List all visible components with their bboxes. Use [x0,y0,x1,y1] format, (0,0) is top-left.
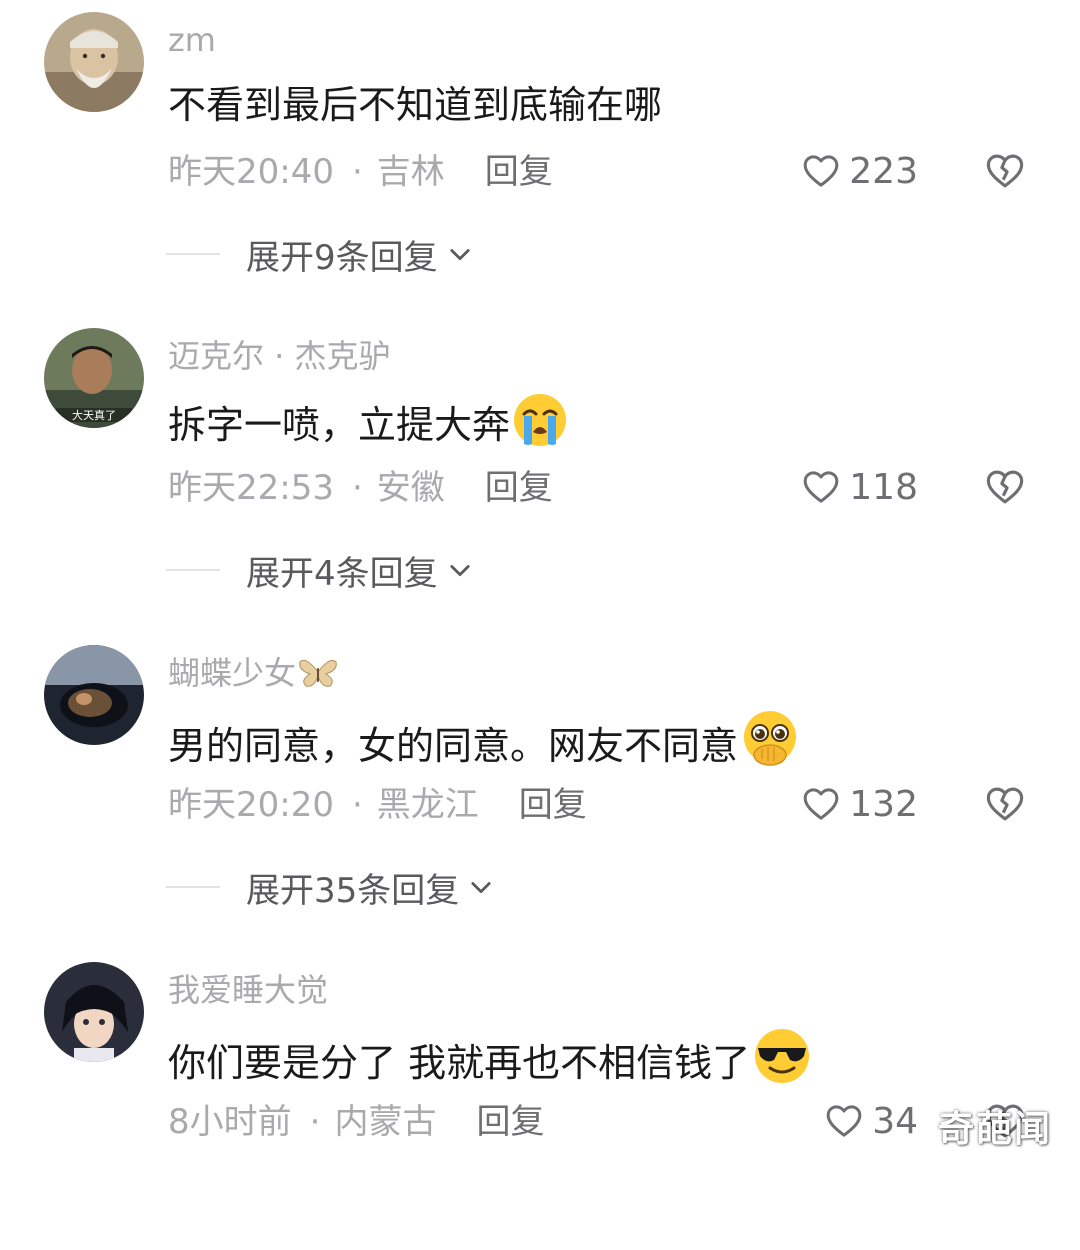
location: 黑龙江 [376,785,479,825]
chevron-down-icon [471,882,491,894]
expand-replies-button[interactable]: 展开9条回复 [166,230,474,278]
separator: · [351,785,363,825]
like-count: 34 [872,1100,918,1142]
location: 安徽 [376,468,445,508]
separator: · [351,468,363,508]
pleading-face-hands-icon [740,709,800,785]
comment-text-body: 拆字一喷，立提大奔 [168,403,511,447]
comment-meta: 昨天20:40 · 吉林 回复 [168,148,553,196]
divider-line [166,253,220,255]
comment-text: 男的同意，女的同意。网友不同意 [168,709,800,785]
comment-text: 你们要是分了 我就再也不相信钱了 [168,1026,812,1102]
comment-meta: 8小时前 · 内蒙古 回复 [168,1098,544,1146]
dislike-button[interactable] [984,466,1026,508]
like-button[interactable]: 118 [801,462,918,512]
broken-heart-icon [986,787,1024,821]
broken-heart-icon [986,154,1024,188]
heart-icon [803,155,839,187]
comment-item: zm 不看到最后不知道到底输在哪 昨天20:40 · 吉林 回复 223 展开9条回复 [0,0,1080,300]
username[interactable]: 迈克尔 · 杰克驴 [168,334,391,378]
expand-replies-label: 展开35条回复 [246,870,460,911]
comment-text: 拆字一喷，立提大奔 [168,392,568,464]
separator: · [351,152,363,192]
location: 内蒙古 [334,1102,437,1142]
comment-item: 蝴蝶少女 男的同意，女的同意。网友不同意 昨天20:20 · 黑龙江 回复 132 展… [0,633,1080,933]
butterfly-icon [298,656,338,701]
heart-icon [803,788,839,820]
like-button[interactable]: 34 [824,1096,918,1146]
timestamp: 昨天20:20 [168,785,334,825]
heart-icon [826,1105,862,1137]
expand-replies-button[interactable]: 展开35条回复 [166,863,495,911]
expand-replies-label: 展开4条回复 [246,553,438,594]
comment-meta: 昨天20:20 · 黑龙江 回复 [168,781,587,829]
timestamp: 昨天20:40 [168,152,334,192]
location: 吉林 [376,152,445,192]
comment-text-body: 你们要是分了 我就再也不相信钱了 [168,1041,751,1085]
avatar[interactable] [44,12,144,112]
username[interactable]: 蝴蝶少女 [168,651,338,701]
username[interactable]: 我爱睡大觉 [168,968,328,1012]
expand-replies-button[interactable]: 展开4条回复 [166,546,474,594]
comment-text-body: 男的同意，女的同意。网友不同意 [168,724,739,768]
heart-icon [803,471,839,503]
dislike-button[interactable] [984,783,1026,825]
chevron-down-icon [450,249,470,261]
comment-meta: 昨天22:53 · 安徽 回复 [168,464,553,512]
divider-line [166,886,220,888]
like-count: 132 [849,783,918,825]
avatar[interactable] [44,962,144,1062]
reply-button[interactable]: 回复 [476,1102,544,1142]
reply-button[interactable]: 回复 [485,468,553,508]
watermark: 奇葩闻 [938,1109,1053,1150]
like-button[interactable]: 223 [801,146,918,196]
separator: · [309,1102,321,1142]
broken-heart-icon [986,470,1024,504]
expand-replies-label: 展开9条回复 [246,237,438,278]
timestamp: 昨天22:53 [168,468,334,508]
loudly-crying-face-icon [512,392,568,464]
divider-line [166,569,220,571]
comment-text: 不看到最后不知道到底输在哪 [168,76,662,134]
username[interactable]: zm [168,18,216,62]
avatar[interactable]: 大天真了 [44,328,144,428]
reply-button[interactable]: 回复 [485,152,553,192]
chevron-down-icon [450,565,470,577]
comment-item: 我爱睡大觉 你们要是分了 我就再也不相信钱了 8小时前 · 内蒙古 回复 34 [0,950,1080,1250]
avatar-caption: 大天真了 [72,408,116,422]
dislike-button[interactable] [984,150,1026,192]
reply-button[interactable]: 回复 [519,785,587,825]
like-count: 118 [849,466,918,508]
timestamp: 8小时前 [168,1102,292,1142]
like-button[interactable]: 132 [801,779,918,829]
like-count: 223 [849,150,918,192]
username-text: 蝴蝶少女 [168,654,297,692]
avatar[interactable] [44,645,144,745]
comment-text-body: 不看到最后不知道到底输在哪 [168,83,663,127]
sunglasses-face-icon [752,1026,812,1102]
comment-item: 大天真了 迈克尔 · 杰克驴 拆字一喷，立提大奔 昨天22:53 · 安徽 回复 11… [0,316,1080,616]
